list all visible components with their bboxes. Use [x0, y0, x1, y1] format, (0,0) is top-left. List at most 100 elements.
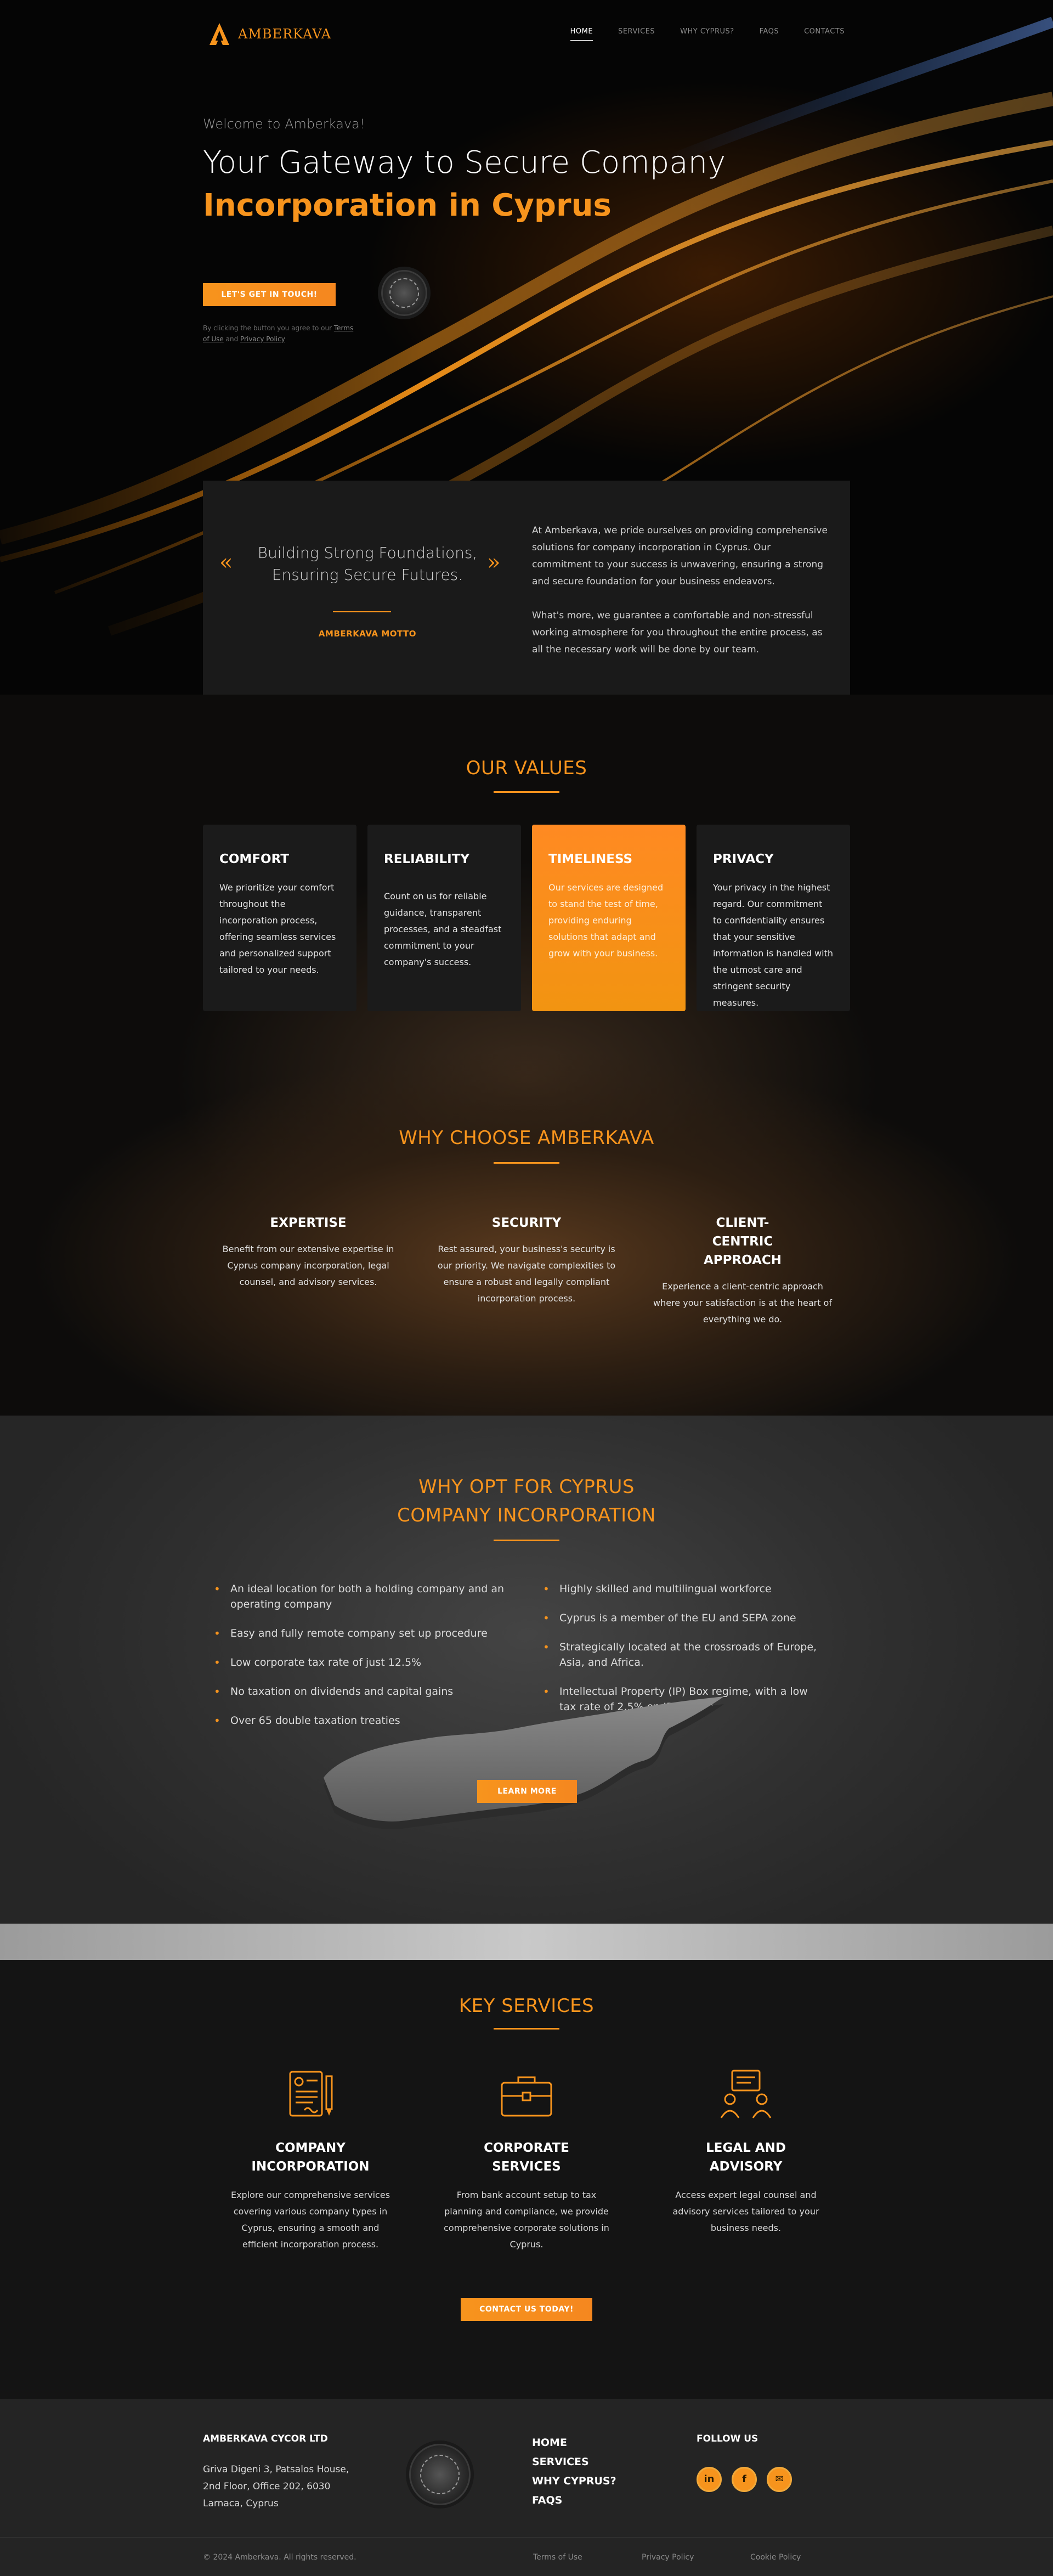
cyprus-title-line1: WHY OPT FOR CYPRUS [418, 1476, 635, 1498]
value-card-reliability: RELIABILITY Count on us for reliable gui… [367, 825, 521, 1011]
why-col-text: Benefit from our extensive expertise in … [222, 1244, 394, 1287]
document-pen-icon [289, 2071, 333, 2117]
disclaimer-and: and [223, 335, 241, 343]
why-expertise: EXPERTISE Benefit from our extensive exp… [215, 1214, 401, 1290]
footer-nav-faqs[interactable]: FAQS [532, 2491, 616, 2510]
values-underline [494, 791, 559, 793]
footer-nav-why-cyprus[interactable]: WHY CYPRUS? [532, 2472, 616, 2491]
nav-home[interactable]: HOME [570, 27, 593, 41]
email-icon[interactable]: ✉ [767, 2467, 792, 2492]
main-nav: HOME SERVICES WHY CYPRUS? FAQS CONTACTS [570, 27, 845, 41]
motto-paragraph-2: What's more, we guarantee a comfortable … [532, 610, 823, 655]
footer-nav-home[interactable]: HOME [532, 2433, 616, 2453]
list-item: An ideal location for both a holding com… [210, 1581, 506, 1612]
site-footer: AMBERKAVA CYCOR LTD Griva Digeni 3, Pats… [0, 2399, 1053, 2576]
motto-card: « » Building Strong Foundations, Ensurin… [203, 481, 850, 695]
why-cyprus-section: WHY OPT FOR CYPRUS COMPANY INCORPORATION… [0, 1416, 1053, 1924]
values-section: OUR VALUES COMFORT We prioritize your co… [0, 695, 1053, 1416]
why-col-text: Rest assured, your business's security i… [437, 1244, 616, 1304]
value-text: Count on us for reliable guidance, trans… [384, 891, 502, 967]
nav-faqs[interactable]: FAQS [760, 27, 779, 41]
value-title: COMFORT [219, 852, 289, 866]
company-seal-icon [381, 270, 427, 316]
service-legal-advisory[interactable]: LEGAL AND ADVISORY Access expert legal c… [658, 2065, 834, 2236]
consultation-icon [720, 2070, 772, 2118]
services-underline [494, 2028, 559, 2030]
disclaimer-text: By clicking the button you agree to our [203, 324, 334, 332]
list-item: Strategically located at the crossroads … [539, 1639, 824, 1670]
service-title: CORPORATE SERVICES [484, 2141, 569, 2174]
value-title: TIMELINESS [548, 852, 633, 866]
motto-label: AMBERKAVA MOTTO [318, 629, 417, 639]
copyright: © 2024 Amberkava. All rights reserved. [203, 2553, 356, 2562]
values-title: OUR VALUES [466, 757, 587, 779]
value-title: RELIABILITY [384, 852, 470, 866]
address-line: Larnaca, Cyprus [203, 2498, 279, 2509]
hero-title: Your Gateway to Secure Company Incorpora… [203, 142, 726, 227]
facebook-icon[interactable]: f [732, 2467, 757, 2492]
logo[interactable]: AMBERKAVA [208, 22, 331, 46]
value-title: PRIVACY [713, 852, 774, 866]
service-title: LEGAL AND ADVISORY [706, 2141, 786, 2174]
list-item: Low corporate tax rate of just 12.5% [210, 1655, 506, 1670]
services-title: KEY SERVICES [458, 1995, 595, 2017]
service-text: Access expert legal counsel and advisory… [672, 2190, 819, 2233]
hero-welcome: Welcome to Amberkava! [203, 116, 365, 132]
amberkava-logo-icon [210, 23, 229, 45]
value-card-comfort: COMFORT We prioritize your comfort throu… [203, 825, 356, 1011]
section-divider [0, 1924, 1053, 1960]
value-text: Your privacy in the highest regard. Our … [713, 882, 834, 1008]
motto-paragraph-1: At Amberkava, we pride ourselves on prov… [532, 525, 828, 587]
footer-nav-services[interactable]: SERVICES [532, 2453, 616, 2472]
hero-disclaimer: By clicking the button you agree to our … [203, 323, 356, 345]
footer-nav: HOME SERVICES WHY CYPRUS? FAQS [532, 2433, 616, 2510]
why-client-centric: CLIENT-CENTRIC APPROACH Experience a cli… [649, 1214, 836, 1328]
quote-open-icon: « [219, 550, 233, 575]
why-col-title: EXPERTISE [270, 1216, 347, 1230]
value-text: Our services are designed to stand the t… [548, 882, 664, 959]
footer-cookie-link[interactable]: Cookie Policy [750, 2553, 801, 2562]
get-in-touch-button[interactable]: LET'S GET IN TOUCH! [203, 283, 336, 306]
learn-more-button[interactable]: LEARN MORE [477, 1780, 577, 1803]
footer-privacy-link[interactable]: Privacy Policy [642, 2553, 694, 2562]
address-line: Griva Digeni 3, Patsalos House, [203, 2464, 349, 2475]
address-line: 2nd Floor, Office 202, 6030 [203, 2481, 331, 2492]
why-col-text: Experience a client-centric approach whe… [653, 1281, 832, 1324]
company-seal-icon [409, 2444, 471, 2505]
service-corporate-services[interactable]: CORPORATE SERVICES From bank account set… [439, 2065, 614, 2253]
nav-why-cyprus[interactable]: WHY CYPRUS? [680, 27, 734, 41]
nav-contacts[interactable]: CONTACTS [804, 27, 845, 41]
why-security: SECURITY Rest assured, your business's s… [433, 1214, 620, 1307]
list-item: Highly skilled and multilingual workforc… [539, 1581, 824, 1597]
linkedin-icon[interactable]: in [697, 2467, 722, 2492]
footer-bottom-bar: © 2024 Amberkava. All rights reserved. T… [0, 2537, 1053, 2576]
service-company-incorporation[interactable]: COMPANY INCORPORATION Explore our compre… [223, 2065, 398, 2253]
why-col-title: SECURITY [491, 1216, 562, 1230]
cyprus-title-line2: COMPANY INCORPORATION [397, 1504, 656, 1526]
privacy-link[interactable]: Privacy Policy [240, 335, 285, 343]
value-card-timeliness: TIMELINESS Our services are designed to … [532, 825, 686, 1011]
motto-description: At Amberkava, we pride ourselves on prov… [532, 522, 828, 658]
contact-us-button[interactable]: CONTACT US TODAY! [461, 2298, 592, 2321]
briefcase-icon [501, 2076, 552, 2117]
cyprus-title: WHY OPT FOR CYPRUS COMPANY INCORPORATION [0, 1473, 1053, 1530]
hero-title-line1: Your Gateway to Secure Company [203, 145, 726, 181]
cyprus-map-icon [324, 1696, 724, 1829]
motto-divider [333, 611, 391, 612]
list-item: Easy and fully remote company set up pro… [210, 1626, 506, 1641]
service-text: From bank account setup to tax planning … [444, 2190, 609, 2250]
why-underline [494, 1162, 559, 1164]
why-title: WHY CHOOSE AMBERKAVA [399, 1127, 654, 1149]
value-card-privacy: PRIVACY Your privacy in the highest rega… [697, 825, 850, 1011]
logo-text: AMBERKAVA [238, 26, 332, 42]
service-title: COMPANY INCORPORATION [251, 2141, 370, 2174]
quote-close-icon: » [487, 550, 501, 575]
follow-us-label: FOLLOW US [697, 2433, 758, 2444]
footer-terms-link[interactable]: Terms of Use [533, 2553, 582, 2562]
footer-address: Griva Digeni 3, Patsalos House, 2nd Floo… [203, 2461, 367, 2512]
why-col-title: CLIENT-CENTRIC APPROACH [703, 1216, 782, 1267]
cyprus-underline [494, 1540, 559, 1541]
footer-company-name: AMBERKAVA CYCOR LTD [203, 2433, 328, 2444]
list-item: Cyprus is a member of the EU and SEPA zo… [539, 1610, 824, 1626]
nav-services[interactable]: SERVICES [618, 27, 655, 41]
